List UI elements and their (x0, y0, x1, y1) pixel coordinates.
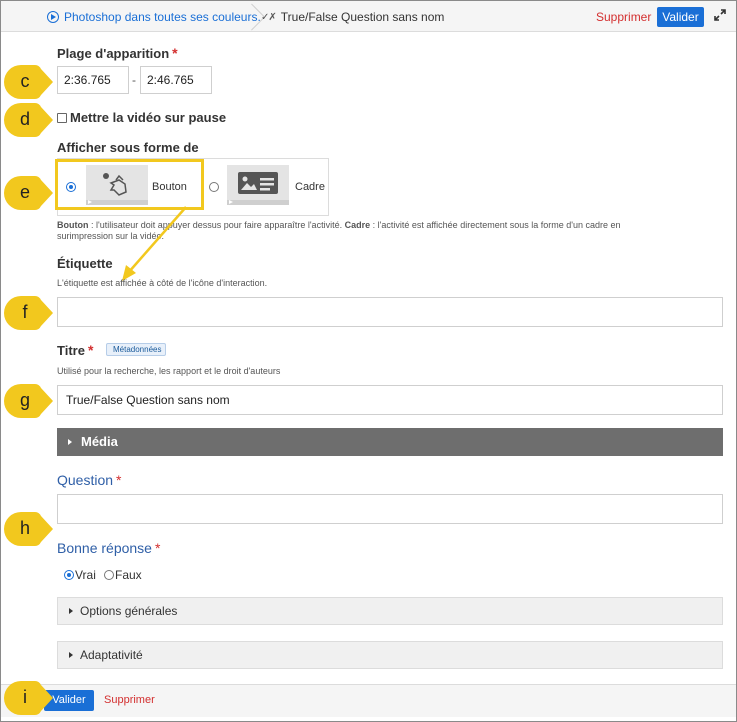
pause-checkbox[interactable] (57, 113, 67, 123)
end-time-input[interactable]: 2:46.765 (140, 66, 212, 94)
radio-true-label: Vrai (75, 568, 96, 582)
adaptive-section[interactable]: Adaptativité (57, 641, 723, 669)
callout-c: c (3, 64, 55, 100)
required-mark: * (116, 472, 122, 488)
callout-g: g (3, 383, 55, 419)
general-options-section[interactable]: Options générales (57, 597, 723, 625)
bottom-delete-button[interactable]: Supprimer (104, 694, 155, 706)
title-input[interactable]: True/False Question sans nom (57, 385, 723, 415)
radio-false[interactable] (104, 570, 114, 580)
breadcrumb-video-link[interactable]: Photoshop dans toutes ses couleurs. (47, 10, 261, 24)
question-input[interactable] (57, 494, 723, 524)
breadcrumb-video-label: Photoshop dans toutes ses couleurs. (64, 10, 261, 24)
label-field-help: L'étiquette est affichée à côté de l'icô… (57, 278, 268, 288)
required-mark: * (154, 540, 161, 556)
callout-f: f (3, 295, 55, 331)
caret-right-icon (69, 652, 73, 658)
callout-i: i (3, 680, 55, 716)
question-label-text: Question (57, 472, 114, 488)
correct-answer-label: Bonne réponse * (57, 540, 160, 556)
top-validate-button[interactable]: Valider (657, 7, 704, 27)
radio-true[interactable] (64, 570, 74, 580)
breadcrumb-separator (243, 1, 257, 32)
highlight-box (55, 159, 204, 210)
display-range-text: Plage d'apparition (57, 46, 170, 61)
card-icon (238, 172, 278, 194)
radio-frame-option[interactable] (209, 182, 219, 192)
correct-answer-text: Bonne réponse (57, 540, 152, 556)
breadcrumb-current: ✓✗ True/False Question sans nom (261, 10, 444, 24)
callout-d: d (3, 102, 55, 138)
general-options-label: Options générales (80, 604, 178, 618)
callout-e: e (3, 175, 55, 211)
callout-letter: f (22, 302, 28, 322)
title-field-text: Titre (57, 343, 85, 358)
range-dash: - (132, 73, 136, 87)
help-bold-button: Bouton (57, 220, 89, 230)
annotation-arrow (122, 206, 187, 281)
metadata-badge[interactable]: Métadonnées (106, 343, 167, 356)
expand-icon[interactable] (712, 7, 728, 23)
required-mark: * (172, 45, 178, 61)
callout-letter: h (19, 518, 30, 538)
title-field-help: Utilisé pour la recherche, les rapport e… (57, 366, 281, 376)
display-range-label: Plage d'apparition * (57, 45, 178, 61)
start-time-input[interactable]: 2:36.765 (57, 66, 129, 94)
video-progress-strip (227, 200, 289, 205)
true-false-icon: ✓✗ (261, 11, 277, 23)
top-delete-button[interactable]: Supprimer (596, 10, 651, 24)
media-section-header[interactable]: Média (57, 428, 723, 456)
callout-letter: g (19, 390, 30, 410)
callout-h: h (3, 511, 55, 547)
display-as-label: Afficher sous forme de (57, 140, 199, 155)
label-input[interactable] (57, 297, 723, 327)
frame-preview-thumbnail (227, 165, 289, 205)
media-section-label: Média (81, 434, 118, 449)
top-toolbar: Photoshop dans toutes ses couleurs. ✓✗ T… (1, 1, 736, 32)
play-circle-icon (47, 11, 59, 23)
callout-letter: d (19, 109, 30, 129)
required-mark: * (87, 342, 94, 358)
adaptive-label: Adaptativité (80, 648, 143, 662)
caret-right-icon (69, 608, 73, 614)
callout-letter: i (23, 687, 27, 707)
help-bold-frame: Cadre (344, 220, 371, 230)
help-text-2: : l'activité est affichée directement so… (370, 220, 621, 230)
callout-letter: e (19, 182, 30, 202)
title-field-label: Titre * (57, 342, 93, 358)
option-frame-label: Cadre (295, 181, 325, 193)
pause-label: Mettre la vidéo sur pause (70, 110, 227, 125)
caret-right-icon (68, 439, 72, 445)
label-field-title: Étiquette (57, 256, 113, 271)
breadcrumb-current-label: True/False Question sans nom (280, 10, 445, 24)
question-label: Question * (57, 472, 122, 488)
callout-letter: c (20, 71, 30, 91)
radio-false-label: Faux (115, 568, 142, 582)
